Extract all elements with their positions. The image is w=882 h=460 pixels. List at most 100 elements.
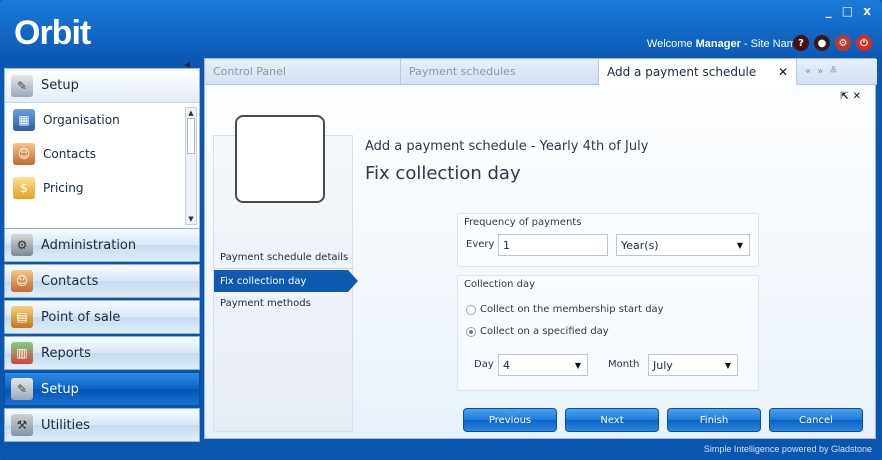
tab-control-panel[interactable]: Control Panel <box>205 59 401 85</box>
contacts-icon: ☺ <box>13 143 35 165</box>
frequency-unit-value: Year(s) <box>621 238 659 252</box>
radio-label: Collect on a specified day <box>480 326 609 337</box>
sidebar-item-pricing[interactable]: $ Pricing <box>5 171 199 205</box>
tab-menu-icon[interactable]: ≚ <box>829 66 837 77</box>
frequency-group: Frequency of payments Every 1 Year(s) ▼ <box>457 213 759 267</box>
nav-contacts[interactable]: ☺ Contacts <box>4 264 200 298</box>
step-label: Payment schedule details <box>220 251 349 263</box>
radio-button-selected[interactable] <box>466 326 476 337</box>
power-icon[interactable]: ⏻ <box>856 35 872 51</box>
scroll-down-icon[interactable]: ▼ <box>186 214 196 224</box>
close-tab-icon[interactable]: ✕ <box>778 65 788 79</box>
sidebar-item-label: Organisation <box>43 113 120 127</box>
frequency-unit-select[interactable]: Year(s) ▼ <box>616 234 750 256</box>
scrollbar-thumb[interactable] <box>187 118 195 154</box>
point-of-sale-icon: ▤ <box>11 306 33 328</box>
tab-label: Control Panel <box>213 65 286 78</box>
sidebar-item-label: Pricing <box>43 181 84 195</box>
utilities-icon: ⚒ <box>11 414 33 436</box>
nav-point-of-sale[interactable]: ▤ Point of sale <box>4 300 200 334</box>
scroll-up-icon[interactable]: ▲ <box>186 108 196 118</box>
every-input[interactable]: 1 <box>498 234 608 256</box>
nav-administration[interactable]: ⚙ Administration <box>4 228 200 262</box>
user-icon[interactable]: ● <box>814 35 830 51</box>
tab-label: Payment schedules <box>409 65 516 78</box>
step-divider <box>214 268 354 269</box>
tab-add-payment-schedule[interactable]: Add a payment schedule ✕ <box>599 59 797 85</box>
tab-last-icon[interactable]: » <box>817 66 823 77</box>
minimize-icon[interactable]: _ <box>826 4 835 18</box>
contacts-icon: ☺ <box>11 270 33 292</box>
sidebar-setup-panel: ✎ Setup ▦ Organisation ☺ Contacts $ Pric… <box>4 68 200 232</box>
step-payment-methods[interactable]: Payment methods <box>214 292 354 314</box>
app-window: Orbit _ □ x Welcome Manager - Site Name … <box>0 0 882 460</box>
radio-membership-start[interactable]: Collect on the membership start day <box>466 304 664 315</box>
nav-label: Setup <box>41 381 79 397</box>
user-name: Manager <box>695 38 741 50</box>
nav-utilities[interactable]: ⚒ Utilities <box>4 408 200 442</box>
nav-label: Contacts <box>41 273 99 289</box>
tab-payment-schedules[interactable]: Payment schedules <box>401 59 599 85</box>
tab-first-icon[interactable]: « <box>805 66 811 77</box>
cancel-button[interactable]: Cancel <box>769 408 863 432</box>
day-label: Day <box>474 359 494 370</box>
main-panel: Control Panel Payment schedules Add a pa… <box>204 58 877 439</box>
nav-setup[interactable]: ✎ Setup <box>4 372 200 406</box>
wizard-subtitle: Add a payment schedule - Yearly 4th of J… <box>365 139 649 154</box>
radio-button[interactable] <box>466 304 476 315</box>
help-icon[interactable]: ? <box>793 35 809 51</box>
next-button[interactable]: Next <box>565 408 659 432</box>
step-label: Fix collection day <box>220 275 307 287</box>
top-toolbar: ? ● ⚙ ⏻ <box>793 35 872 51</box>
pricing-icon: $ <box>13 177 35 199</box>
settings-icon[interactable]: ⚙ <box>835 35 851 51</box>
nav-label: Point of sale <box>41 309 121 325</box>
collection-group-title: Collection day <box>464 279 536 290</box>
every-label: Every <box>466 239 495 250</box>
schedule-preview-box <box>235 115 325 203</box>
administration-icon: ⚙ <box>11 234 33 256</box>
orbit-logo: Orbit <box>14 14 91 52</box>
tab-navigation: « » ≚ <box>797 59 877 85</box>
maximize-icon[interactable]: □ <box>842 4 856 18</box>
popout-icon[interactable]: ⇱ <box>840 91 852 102</box>
chevron-down-icon: ▼ <box>724 360 731 370</box>
step-fix-collection-day[interactable]: Fix collection day <box>214 270 358 292</box>
sidebar: ◀ ✎ Setup ▦ Organisation ☺ Contacts $ Pr… <box>4 58 200 442</box>
frequency-group-title: Frequency of payments <box>464 217 582 228</box>
nav-label: Administration <box>41 237 137 253</box>
step-label: Payment methods <box>220 297 311 309</box>
window-controls[interactable]: _ □ x <box>826 4 874 18</box>
previous-button[interactable]: Previous <box>463 408 557 432</box>
month-select[interactable]: July ▼ <box>648 354 738 376</box>
setup-icon: ✎ <box>11 74 33 97</box>
footer-text: Simple Intelligence powered by Gladstone <box>703 444 872 454</box>
sidebar-item-organisation[interactable]: ▦ Organisation <box>5 103 199 137</box>
wizard-title: Fix collection day <box>365 163 521 184</box>
radio-specified-day[interactable]: Collect on a specified day <box>466 326 609 337</box>
day-select[interactable]: 4 ▼ <box>498 354 588 376</box>
sidebar-panel-header-label: Setup <box>41 78 79 93</box>
close-pane-icon[interactable]: ✕ <box>853 91 865 102</box>
sidebar-panel-header[interactable]: ✎ Setup <box>5 69 199 103</box>
organisation-icon: ▦ <box>13 109 35 131</box>
pane-controls: ⇱✕ <box>840 91 865 102</box>
month-value: July <box>653 358 673 372</box>
nav-label: Reports <box>41 345 91 361</box>
every-value: 1 <box>503 238 510 252</box>
tab-bar: Control Panel Payment schedules Add a pa… <box>205 59 877 85</box>
sidebar-item-label: Contacts <box>43 147 96 161</box>
close-window-icon[interactable]: x <box>863 4 874 18</box>
finish-button[interactable]: Finish <box>667 408 761 432</box>
setup-icon: ✎ <box>11 378 33 400</box>
nav-label: Utilities <box>41 417 90 433</box>
chevron-down-icon: ▼ <box>736 240 743 250</box>
step-payment-schedule-details[interactable]: Payment schedule details <box>214 246 354 268</box>
sidebar-item-contacts[interactable]: ☺ Contacts <box>5 137 199 171</box>
sidebar-scrollbar[interactable]: ▲ ▼ <box>185 107 197 225</box>
month-label: Month <box>608 359 640 370</box>
radio-label: Collect on the membership start day <box>480 304 664 315</box>
day-value: 4 <box>503 358 510 372</box>
welcome-text: Welcome Manager - Site Name <box>647 38 802 50</box>
nav-reports[interactable]: ▥ Reports <box>4 336 200 370</box>
